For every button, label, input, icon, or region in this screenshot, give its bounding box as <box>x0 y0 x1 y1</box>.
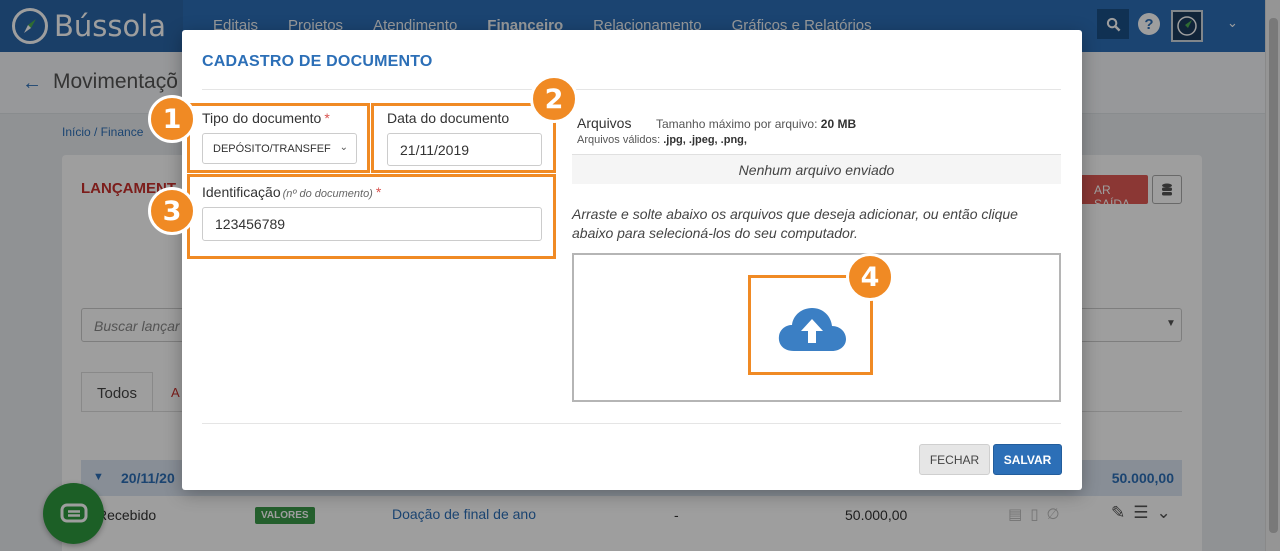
files-title: Arquivos <box>577 115 632 131</box>
files-max-size: Tamanho máximo por arquivo: 20 MB <box>656 117 856 131</box>
upload-instructions: Arraste e solte abaixo os arquivos que d… <box>572 206 1018 241</box>
valid-types-label: Arquivos válidos: <box>577 134 661 146</box>
annotation-number-2: 2 <box>530 75 578 123</box>
save-button[interactable]: SALVAR <box>993 444 1062 475</box>
highlight-doc-type <box>187 103 370 173</box>
annotation-number-4: 4 <box>846 253 894 301</box>
highlight-identification <box>187 174 556 259</box>
document-modal: CADASTRO DE DOCUMENTO Tipo do documento *… <box>182 30 1082 490</box>
max-size-value: 20 MB <box>820 117 857 131</box>
files-valid-types: Arquivos válidos: .jpg, .jpeg, .png, <box>577 134 747 146</box>
modal-title: CADASTRO DE DOCUMENTO <box>202 53 433 70</box>
highlight-doc-date <box>371 103 556 173</box>
modal-footer-divider <box>202 423 1061 424</box>
annotation-number-3: 3 <box>148 187 196 235</box>
close-button[interactable]: FECHAR <box>919 444 990 475</box>
modal-header-divider <box>202 89 1061 90</box>
valid-types-value: .jpg, .jpeg, .png, <box>663 134 747 146</box>
max-size-label: Tamanho máximo por arquivo: <box>656 117 818 131</box>
annotation-number-1: 1 <box>148 95 196 143</box>
no-files-message: Nenhum arquivo enviado <box>572 154 1061 184</box>
